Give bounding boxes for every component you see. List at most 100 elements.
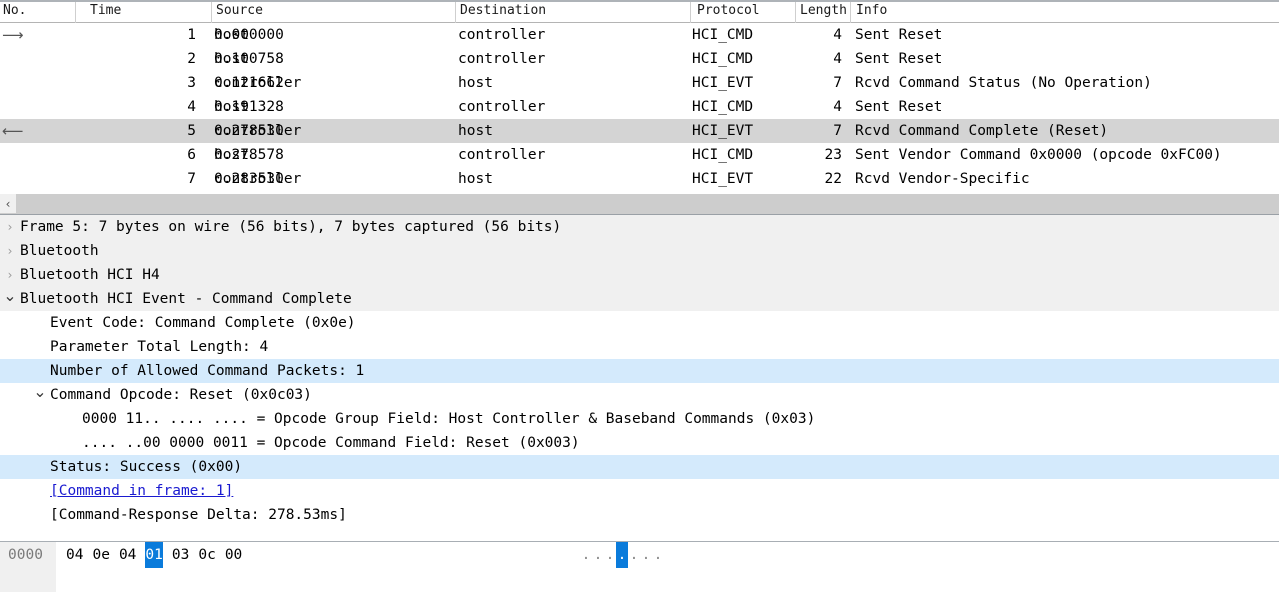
packet-destination: controller xyxy=(458,51,546,67)
packet-length: 22 xyxy=(824,171,842,187)
detail-tree-label: 0000 11.. .... .... = Opcode Group Field… xyxy=(82,411,816,427)
ascii-char[interactable]: . xyxy=(592,542,604,568)
packet-row[interactable]: ⟵ 5 0.278530 controller host HCI_EVT 7 Rcvd Com… xyxy=(0,119,1279,143)
ascii-char[interactable]: . xyxy=(616,542,628,568)
hex-offset-label: 0000 xyxy=(8,547,43,563)
detail-tree-label: Status: Success (0x00) xyxy=(50,459,243,475)
header-divider[interactable] xyxy=(850,2,851,23)
packet-list-horizontal-scrollbar[interactable]: ‹ xyxy=(0,194,1279,215)
packet-row[interactable]: ⟶ 1 0.000000 host controller HCI_CMD 4 Sent Res… xyxy=(0,23,1279,47)
hex-byte[interactable]: 04 xyxy=(119,542,136,568)
header-divider[interactable] xyxy=(690,2,691,23)
ascii-char[interactable]: . xyxy=(652,542,664,568)
column-header-source[interactable]: Source xyxy=(216,3,263,18)
hex-byte[interactable]: 0c xyxy=(198,542,215,568)
detail-tree-row[interactable]: ⌄ Bluetooth HCI Event - Command Complete xyxy=(0,287,1279,311)
column-header-protocol[interactable]: Protocol xyxy=(697,3,760,18)
packet-number: 3 xyxy=(187,75,196,91)
packet-info: Sent Reset xyxy=(855,51,943,67)
packet-protocol: HCI_CMD xyxy=(692,99,754,115)
packet-row[interactable]: 4 0.191328 host controller HCI_CMD 4 Sent Rese… xyxy=(0,95,1279,119)
packet-source: host xyxy=(214,147,249,163)
detail-tree-row[interactable]: Status: Success (0x00) xyxy=(0,455,1279,479)
packet-list-header[interactable]: No. Time Source Destination Protocol Len… xyxy=(0,0,1279,23)
detail-tree-label: Bluetooth HCI H4 xyxy=(20,267,160,283)
packet-info: Sent Reset xyxy=(855,99,943,115)
detail-tree-row[interactable]: Number of Allowed Command Packets: 1 xyxy=(0,359,1279,383)
ascii-char[interactable]: . xyxy=(604,542,616,568)
packet-source: controller xyxy=(214,75,302,91)
column-header-length[interactable]: Length xyxy=(800,3,847,18)
packet-destination: host xyxy=(458,75,493,91)
packet-row[interactable]: 3 0.121662 controller host HCI_EVT 7 Rcvd Comm… xyxy=(0,71,1279,95)
column-header-time[interactable]: Time xyxy=(90,3,121,18)
header-divider[interactable] xyxy=(455,2,456,23)
detail-tree-label: Event Code: Command Complete (0x0e) xyxy=(50,315,356,331)
header-divider[interactable] xyxy=(795,2,796,23)
packet-list-rows: ⟶ 1 0.000000 host controller HCI_CMD 4 Sent Res… xyxy=(0,23,1279,191)
hex-byte[interactable]: 01 xyxy=(145,542,163,568)
packet-length: 4 xyxy=(833,27,842,43)
packet-row[interactable]: 2 0.100758 host controller HCI_CMD 4 Sent Rese… xyxy=(0,47,1279,71)
packet-number: 7 xyxy=(187,171,196,187)
detail-tree-row[interactable]: [Command in frame: 1] xyxy=(0,479,1279,503)
chevron-right-icon[interactable]: › xyxy=(2,263,18,287)
scroll-left-arrow-icon[interactable]: ‹ xyxy=(0,194,16,213)
header-divider[interactable] xyxy=(211,2,212,23)
packet-protocol: HCI_EVT xyxy=(692,75,754,91)
column-header-info[interactable]: Info xyxy=(856,3,887,18)
hex-bytes[interactable]: 04 0e 04 01 03 0c 00 xyxy=(66,542,251,568)
packet-protocol: HCI_CMD xyxy=(692,147,754,163)
column-header-no[interactable]: No. xyxy=(3,3,26,18)
detail-tree-row[interactable]: Event Code: Command Complete (0x0e) xyxy=(0,311,1279,335)
detail-tree-label: Frame 5: 7 bytes on wire (56 bits), 7 by… xyxy=(20,219,562,235)
detail-tree-row[interactable]: [Command-Response Delta: 278.53ms] xyxy=(0,503,1279,527)
packet-list-pane[interactable]: No. Time Source Destination Protocol Len… xyxy=(0,0,1279,194)
hex-ascii[interactable]: ....... xyxy=(580,542,664,568)
ascii-char[interactable]: . xyxy=(640,542,652,568)
hex-row[interactable]: 0000 04 0e 04 01 03 0c 00 ....... xyxy=(0,542,1279,568)
ascii-char[interactable]: . xyxy=(580,542,592,568)
packet-number: 4 xyxy=(187,99,196,115)
detail-tree-link[interactable]: [Command in frame: 1] xyxy=(50,479,233,503)
packet-row[interactable]: 6 0.278578 host controller HCI_CMD 23 Sent Ven… xyxy=(0,143,1279,167)
detail-tree-row[interactable]: Parameter Total Length: 4 xyxy=(0,335,1279,359)
ascii-char[interactable]: . xyxy=(628,542,640,568)
packet-source: controller xyxy=(214,123,302,139)
chevron-right-icon[interactable]: › xyxy=(2,215,18,239)
detail-tree-row[interactable]: .... ..00 0000 0011 = Opcode Command Fie… xyxy=(0,431,1279,455)
hex-byte[interactable]: 04 xyxy=(66,542,83,568)
wireshark-window: No. Time Source Destination Protocol Len… xyxy=(0,0,1279,592)
detail-tree-label: .... ..00 0000 0011 = Opcode Command Fie… xyxy=(82,435,580,451)
detail-tree-row[interactable]: ⌄ Command Opcode: Reset (0x0c03) xyxy=(0,383,1279,407)
packet-number: 5 xyxy=(187,123,196,139)
packet-protocol: HCI_EVT xyxy=(692,171,754,187)
packet-destination: controller xyxy=(458,147,546,163)
packet-row[interactable]: 7 0.283530 controller host HCI_EVT 22 Rcvd Ven… xyxy=(0,167,1279,191)
detail-tree-row[interactable]: › Bluetooth xyxy=(0,239,1279,263)
detail-tree-label: Number of Allowed Command Packets: 1 xyxy=(50,363,365,379)
chevron-down-icon[interactable]: ⌄ xyxy=(32,383,48,407)
detail-tree-row[interactable]: › Frame 5: 7 bytes on wire (56 bits), 7 b… xyxy=(0,215,1279,239)
column-header-destination[interactable]: Destination xyxy=(460,3,546,18)
packet-destination: controller xyxy=(458,27,546,43)
packet-info: Rcvd Command Complete (Reset) xyxy=(855,123,1109,139)
packet-protocol: HCI_CMD xyxy=(692,51,754,67)
packet-bytes-pane[interactable]: 0000 04 0e 04 01 03 0c 00 ....... xyxy=(0,542,1279,592)
packet-destination: controller xyxy=(458,99,546,115)
detail-tree-label: Command Opcode: Reset (0x0c03) xyxy=(50,387,312,403)
detail-tree-label: [Command-Response Delta: 278.53ms] xyxy=(50,507,347,523)
packet-details-pane[interactable]: › Frame 5: 7 bytes on wire (56 bits), 7 b… xyxy=(0,215,1279,541)
chevron-right-icon[interactable]: › xyxy=(2,239,18,263)
detail-tree-row[interactable]: 0000 11.. .... .... = Opcode Group Field… xyxy=(0,407,1279,431)
detail-tree-label: Parameter Total Length: 4 xyxy=(50,339,269,355)
hex-byte[interactable]: 03 xyxy=(172,542,189,568)
hex-byte[interactable]: 0e xyxy=(92,542,109,568)
chevron-down-icon[interactable]: ⌄ xyxy=(2,287,18,311)
header-divider[interactable] xyxy=(75,2,76,23)
packet-number: 2 xyxy=(187,51,196,67)
hex-byte[interactable]: 00 xyxy=(225,542,242,568)
packet-length: 7 xyxy=(833,75,842,91)
detail-tree-row[interactable]: › Bluetooth HCI H4 xyxy=(0,263,1279,287)
packet-destination: host xyxy=(458,171,493,187)
